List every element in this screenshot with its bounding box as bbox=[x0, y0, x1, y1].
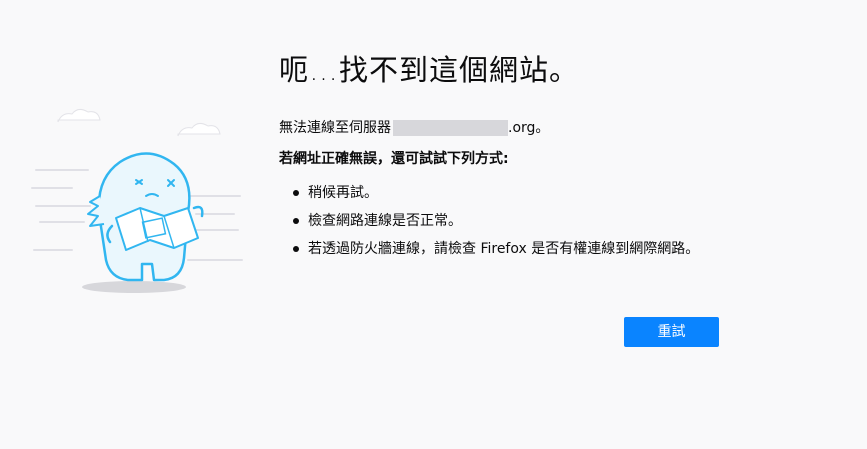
error-description: 無法連線至伺服器 .org。 bbox=[279, 118, 799, 138]
suggestion-text: 稍候再試。 bbox=[308, 185, 378, 201]
error-content: 呃…找不到這個網站。 無法連線至伺服器 .org。 若網址正確無誤，還可試試下列… bbox=[279, 50, 799, 267]
list-item: 檢查網路連線是否正常。 bbox=[279, 211, 799, 231]
list-item: 稍候再試。 bbox=[279, 183, 799, 203]
bullet-icon bbox=[293, 246, 299, 252]
bullet-icon bbox=[293, 190, 299, 196]
suggestion-text: 若透過防火牆連線，請檢查 Firefox 是否有權連線到網際網路。 bbox=[308, 241, 700, 257]
redacted-hostname bbox=[393, 120, 508, 136]
suggestions-heading: 若網址正確無誤，還可試試下列方式: bbox=[279, 151, 509, 167]
description-prefix: 無法連線至伺服器 bbox=[279, 120, 391, 136]
bullet-icon bbox=[293, 218, 299, 224]
suggestion-text: 檢查網路連線是否正常。 bbox=[308, 213, 462, 229]
suggestions-list: 稍候再試。 檢查網路連線是否正常。 若透過防火牆連線，請檢查 Firefox 是… bbox=[279, 183, 799, 259]
list-item: 若透過防火牆連線，請檢查 Firefox 是否有權連線到網際網路。 bbox=[279, 239, 799, 259]
try-again-button[interactable]: 重試 bbox=[624, 317, 719, 347]
description-suffix: .org。 bbox=[508, 120, 550, 136]
lost-dino-with-map-icon bbox=[28, 100, 248, 300]
page-title: 呃…找不到這個網站。 bbox=[279, 53, 580, 87]
